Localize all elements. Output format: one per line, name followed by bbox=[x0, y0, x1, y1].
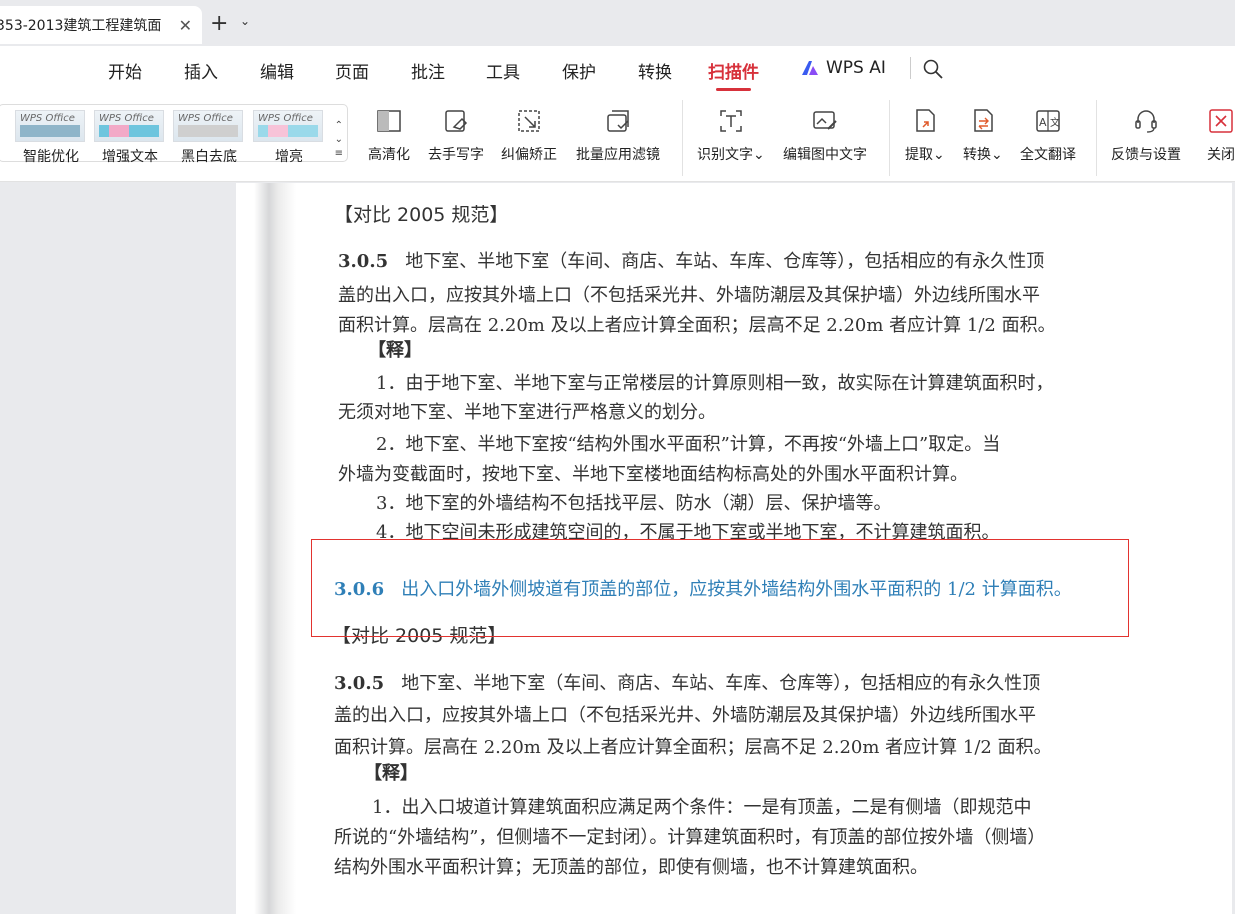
translate-icon: A文 bbox=[1036, 110, 1060, 132]
menu-scan[interactable]: 扫描件 bbox=[708, 58, 759, 91]
ocr-button[interactable]: 识别文字⌄ bbox=[697, 106, 765, 164]
convert-icon bbox=[974, 109, 993, 132]
close-scan-button[interactable]: 关闭 bbox=[1206, 106, 1235, 164]
filter-enhance-text[interactable]: WPS Office 增强文本 bbox=[94, 110, 166, 166]
menu-page[interactable]: 页面 bbox=[335, 58, 369, 83]
filter-black-white[interactable]: WPS Office 黑白去底 bbox=[173, 110, 245, 166]
wps-ai-logo-icon bbox=[802, 61, 818, 75]
close-tab-icon[interactable]: ✕ bbox=[179, 16, 192, 35]
explanation-1-line2: 无须对地下室、半地下室进行严格意义的划分。 bbox=[338, 402, 716, 423]
edit-image-icon bbox=[813, 111, 837, 130]
convert-button[interactable]: 转换⌄ bbox=[963, 106, 1003, 164]
menu-protect[interactable]: 保护 bbox=[562, 58, 596, 83]
svg-text:文: 文 bbox=[1050, 116, 1060, 129]
filter-thumbnail: WPS Office bbox=[15, 110, 85, 142]
explanation-heading-2: 【释】 bbox=[364, 763, 418, 784]
left-pane bbox=[0, 183, 236, 914]
extract-button[interactable]: 提取⌄ bbox=[905, 106, 945, 164]
explanation-heading: 【释】 bbox=[368, 340, 422, 361]
translate-button[interactable]: A文 全文翻译 bbox=[1020, 106, 1076, 164]
headset-icon bbox=[1135, 110, 1157, 133]
deskew-icon bbox=[518, 110, 540, 132]
hd-button[interactable]: 高清化 bbox=[368, 106, 410, 164]
ribbon-divider bbox=[1096, 100, 1097, 176]
chevron-down-icon: ⌄ bbox=[753, 147, 765, 163]
remove-handwriting-button[interactable]: 去手写字 bbox=[428, 106, 484, 164]
explanation-b1-line1: 1．出入口坡道计算建筑面积应满足两个条件：一是有顶盖，二是有侧墙（即规范中 bbox=[372, 797, 1032, 818]
explanation-1-line1: 1．由于地下室、半地下室与正常楼层的计算原则相一致，故实际在计算建筑面积时， bbox=[376, 373, 1054, 394]
document-tab-title: 353-2013建筑工程建筑面 bbox=[0, 18, 162, 34]
explanation-2-line1: 2．地下室、半地下室按“结构外围水平面积”计算，不再按“外墙上口”取定。当 bbox=[376, 434, 1001, 455]
wps-ai-label: WPS AI bbox=[826, 58, 886, 78]
document-tab[interactable]: 353-2013建筑工程建筑面 ✕ bbox=[0, 6, 202, 44]
highlight-annotation-box[interactable] bbox=[311, 539, 1129, 637]
new-tab-icon[interactable]: + bbox=[210, 12, 228, 36]
filter-thumbnail: WPS Office bbox=[253, 110, 323, 142]
ribbon-toolbar: WPS Office 智能优化 WPS Office 增强文本 WPS Offi… bbox=[0, 92, 1235, 182]
feedback-settings-button[interactable]: 反馈与设置 bbox=[1111, 106, 1181, 164]
svg-text:A: A bbox=[1039, 116, 1047, 129]
filter-thumbnail: WPS Office bbox=[173, 110, 243, 142]
explanation-b1-line2: 所说的“外墙结构”，但侧墙不一定封闭）。计算建筑面积时，有顶盖的部位按外墙（侧墙… bbox=[334, 827, 1046, 848]
search-icon[interactable] bbox=[922, 58, 944, 80]
menu-convert[interactable]: 转换 bbox=[638, 58, 672, 83]
clause-305-line3: 面积计算。层高在 2.20m 及以上者应计算全面积；层高不足 2.20m 者应计… bbox=[338, 315, 1056, 336]
close-icon bbox=[1209, 109, 1233, 133]
gallery-scroll-icon[interactable]: ⌃ ⌄ ≡ bbox=[335, 119, 343, 161]
explanation-b1-line3: 结构外围水平面积计算；无顶盖的部位，即使有侧墙，也不计算建筑面积。 bbox=[334, 857, 928, 878]
chevron-down-icon: ⌄ bbox=[991, 147, 1003, 163]
clause-305-line2: 盖的出入口，应按其外墙上口（不包括采光井、外墙防潮层及其保护墙）外边线所围水平 bbox=[338, 285, 1040, 306]
explanation-2-line2: 外墙为变截面时，按地下室、半地下室楼地面结构标高处的外围水平面积计算。 bbox=[338, 464, 968, 485]
clause-305-line1: 3.0.5 地下室、半地下室（车间、商店、车站、车库、仓库等），包括相应的有永久… bbox=[338, 251, 1045, 272]
eraser-icon bbox=[445, 110, 468, 132]
deskew-button[interactable]: 纠偏矫正 bbox=[501, 106, 557, 164]
menu-insert[interactable]: 插入 bbox=[184, 58, 218, 83]
ribbon-divider bbox=[682, 100, 683, 176]
compare-2005-heading: 【对比 2005 规范】 bbox=[334, 204, 509, 226]
wps-ai-button[interactable]: WPS AI bbox=[800, 58, 886, 78]
edit-image-text-button[interactable]: 编辑图中文字 bbox=[783, 106, 867, 164]
filter-brighten[interactable]: WPS Office 增亮 bbox=[253, 110, 325, 166]
clause-305b-line1: 3.0.5 地下室、半地下室（车间、商店、车站、车库、仓库等），包括相应的有永久… bbox=[334, 673, 1041, 694]
clause-305b-line2: 盖的出入口，应按其外墙上口（不包括采光井、外墙防潮层及其保护墙）外边线所围水平 bbox=[334, 705, 1036, 726]
menu-comment[interactable]: 批注 bbox=[411, 58, 445, 83]
filter-smart-optimize[interactable]: WPS Office 智能优化 bbox=[15, 110, 87, 166]
tab-bar: 353-2013建筑工程建筑面 ✕ + ⌄ bbox=[0, 0, 1235, 46]
clause-305b-line3: 面积计算。层高在 2.20m 及以上者应计算全面积；层高不足 2.20m 者应计… bbox=[334, 737, 1052, 758]
extract-icon bbox=[916, 109, 935, 132]
menu-start[interactable]: 开始 bbox=[108, 58, 142, 83]
menu-tools[interactable]: 工具 bbox=[486, 58, 520, 83]
ribbon-divider bbox=[889, 100, 890, 176]
new-tab-dropdown-icon[interactable]: ⌄ bbox=[240, 14, 250, 28]
ocr-icon bbox=[720, 110, 742, 132]
hd-icon bbox=[377, 110, 401, 132]
menu-bar: 开始 插入 编辑 页面 批注 工具 保护 转换 扫描件 WPS AI bbox=[0, 46, 1235, 92]
page-scan-gutter bbox=[236, 183, 296, 914]
batch-filter-icon bbox=[607, 110, 629, 132]
filter-thumbnail: WPS Office bbox=[94, 110, 164, 142]
menu-edit[interactable]: 编辑 bbox=[260, 58, 294, 83]
explanation-3: 3．地下室的外墙结构不包括找平层、防水（潮）层、保护墙等。 bbox=[376, 493, 892, 514]
filter-gallery: WPS Office 智能优化 WPS Office 增强文本 WPS Offi… bbox=[0, 104, 348, 165]
menu-divider bbox=[910, 57, 911, 79]
batch-filter-button[interactable]: 批量应用滤镜 bbox=[576, 106, 660, 164]
chevron-down-icon: ⌄ bbox=[933, 147, 945, 163]
